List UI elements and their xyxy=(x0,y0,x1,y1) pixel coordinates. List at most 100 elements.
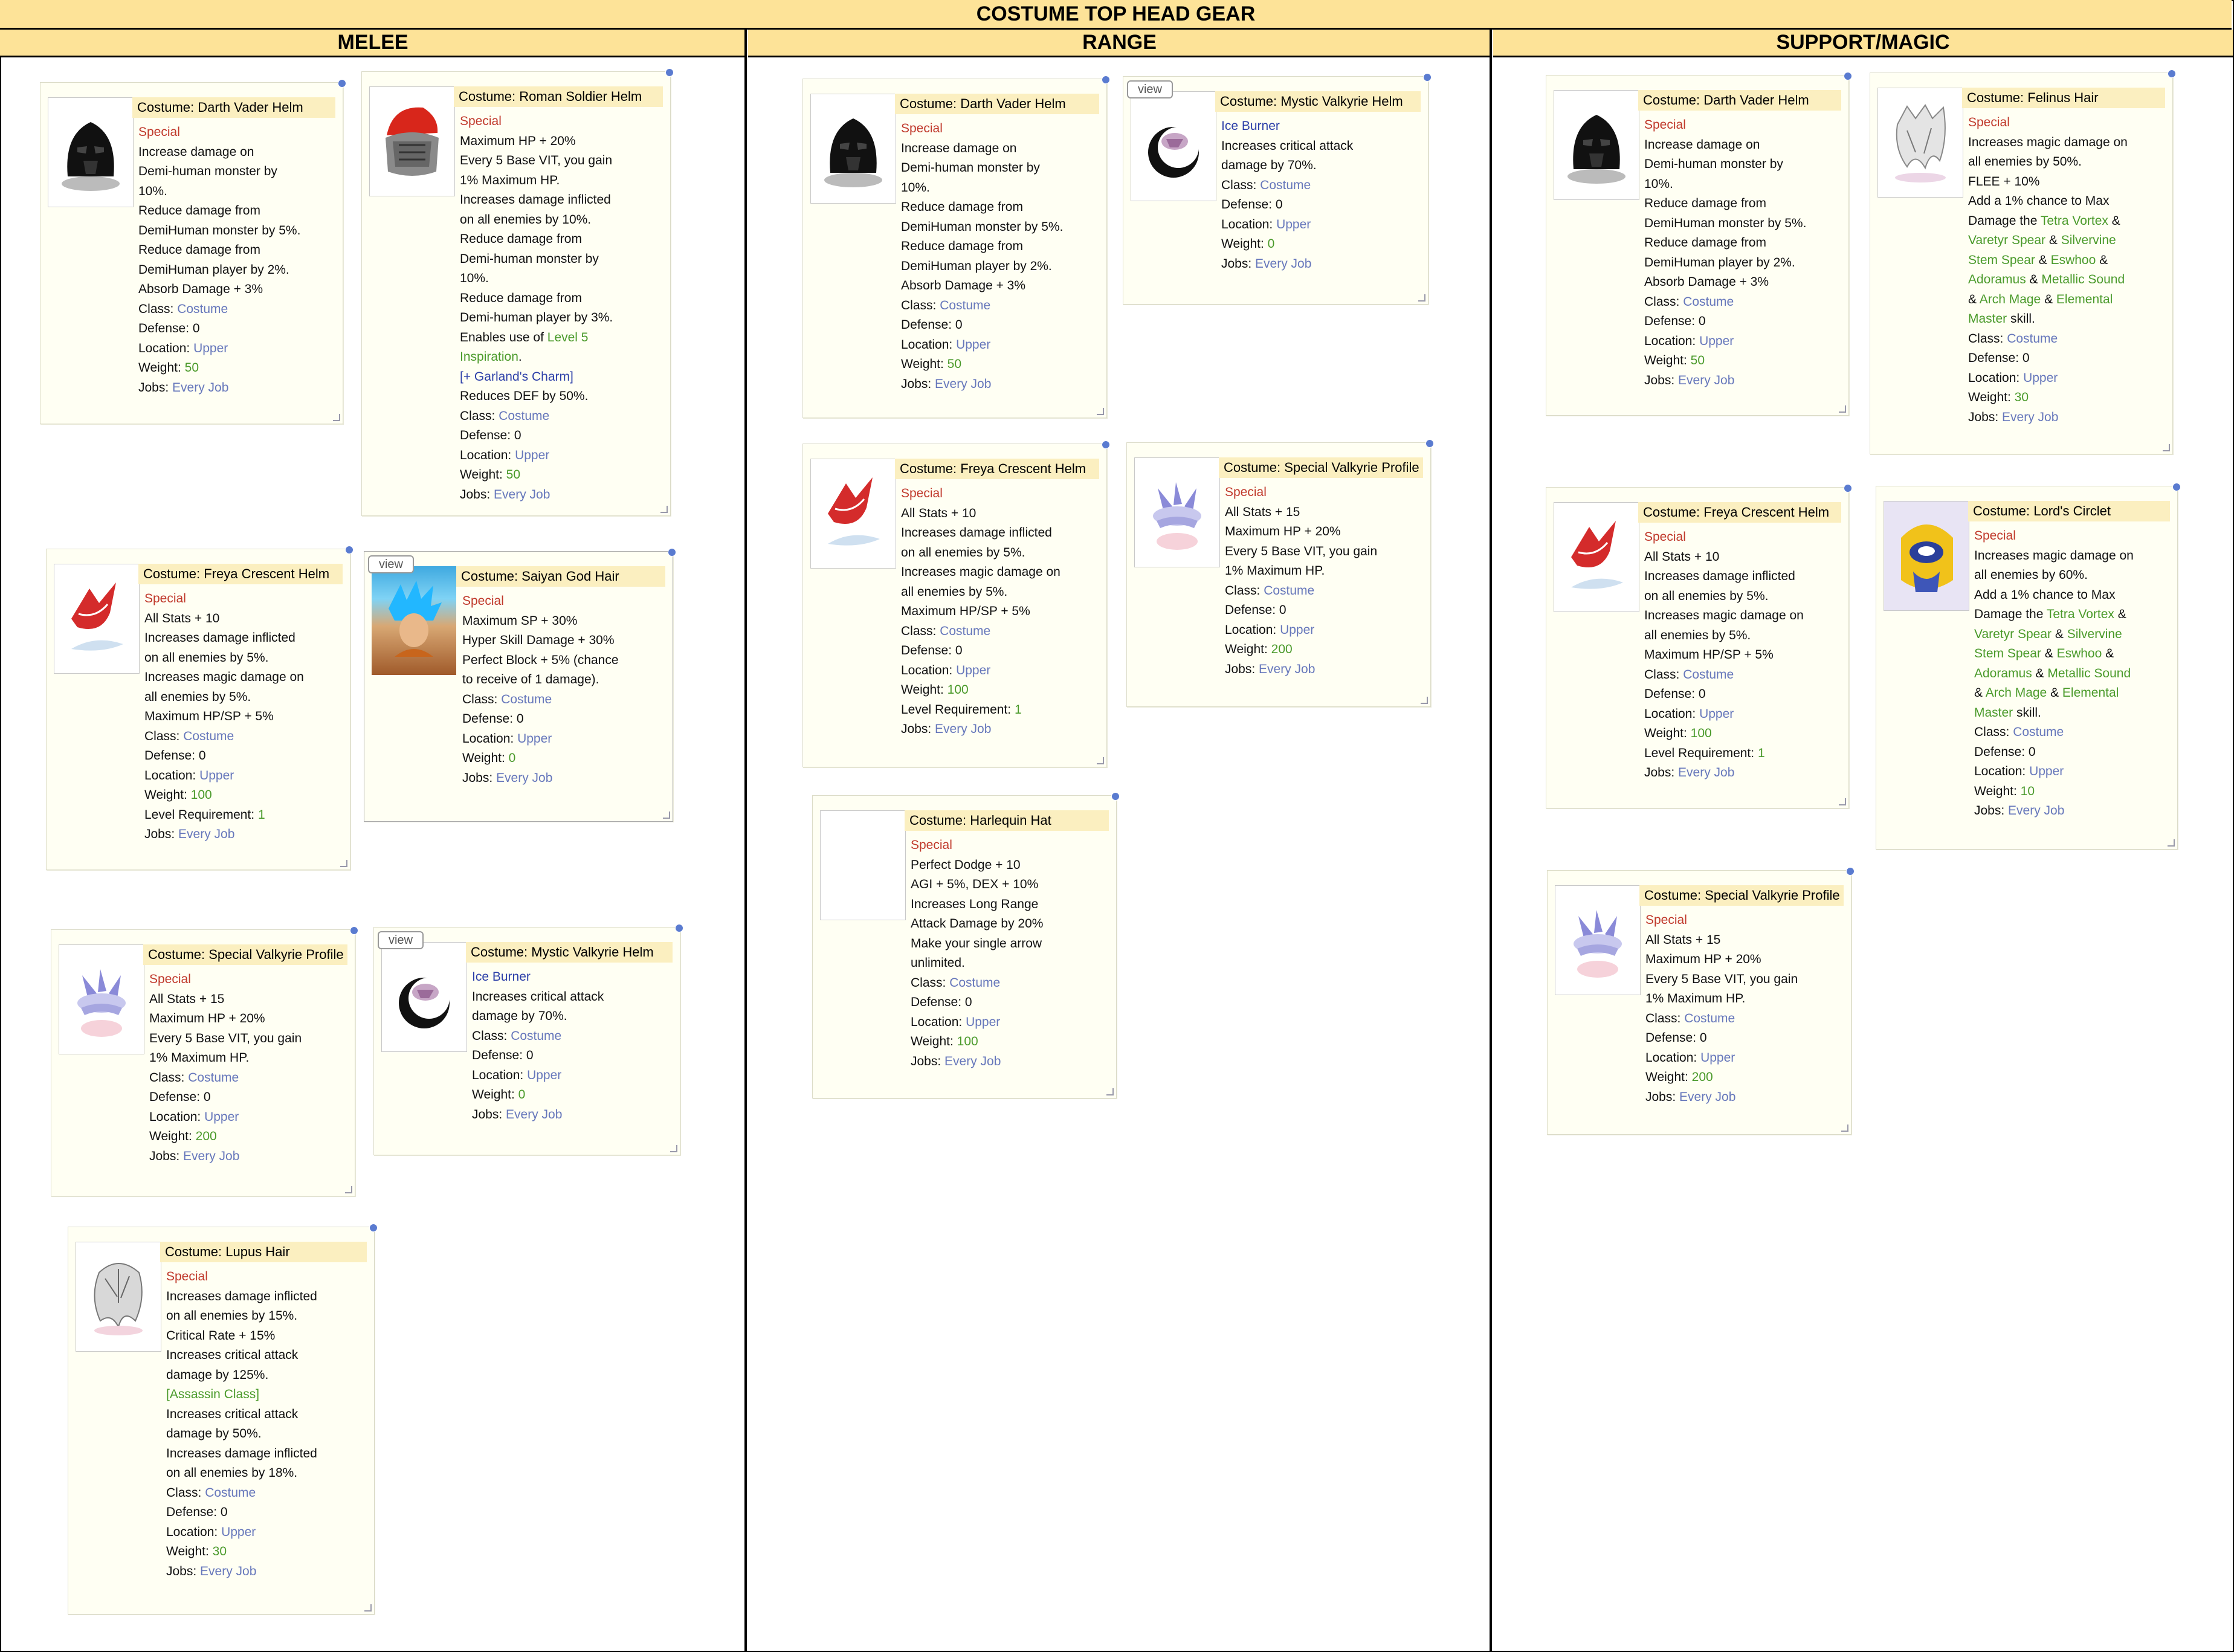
desc-line: DemiHuman player by 2%. xyxy=(138,262,289,277)
pin-icon[interactable] xyxy=(1423,73,1432,82)
item-card-freya-crescent-helm[interactable]: Costume: Freya Crescent Helm Special All… xyxy=(1546,484,1852,808)
pin-icon[interactable] xyxy=(1844,72,1852,80)
defense-line: Defense: 0 xyxy=(911,995,972,1009)
defense-line: Defense: 0 xyxy=(1645,1031,1707,1045)
pin-icon[interactable] xyxy=(2168,69,2176,78)
pin-icon[interactable] xyxy=(1102,76,1110,84)
view-button[interactable]: view xyxy=(368,555,414,573)
desc-line: Maximum HP + 20% xyxy=(1225,524,1341,538)
item-title: Costume: Mystic Valkyrie Helm xyxy=(466,942,673,963)
item-card-darth-vader-helm[interactable]: Costume: Darth Vader Helm Special Increa… xyxy=(802,76,1110,418)
desc-line: Maximum HP/SP + 5% xyxy=(901,604,1030,618)
pin-icon[interactable] xyxy=(345,546,354,554)
class-line: Class: Costume xyxy=(166,1485,256,1500)
pin-icon[interactable] xyxy=(1111,792,1120,801)
skill-line: Stem Spear & Eswhoo & xyxy=(1974,647,2114,660)
pin-icon[interactable] xyxy=(1102,440,1110,449)
location-line: Location: Upper xyxy=(1645,1050,1735,1065)
pin-icon[interactable] xyxy=(2172,483,2181,491)
item-thumbnail xyxy=(1134,457,1220,567)
special-label: Special xyxy=(138,125,180,139)
valkyrie-profile-icon xyxy=(77,969,126,1037)
item-card-mystic-valkyrie-helm[interactable]: view Costume: Mystic Valkyrie Helm Ice B… xyxy=(373,924,683,1155)
item-card-lupus-hair[interactable]: Costume: Lupus Hair Special Increases da… xyxy=(68,1224,378,1615)
defense-line: Defense: 0 xyxy=(138,321,200,335)
item-card-felinus-hair[interactable]: Costume: Felinus Hair Special Increases … xyxy=(1870,69,2176,454)
resize-handle[interactable] xyxy=(1421,697,1428,704)
pin-icon[interactable] xyxy=(665,68,674,77)
defense-line: Defense: 0 xyxy=(1644,687,1706,701)
item-card-harlequin-hat[interactable]: Costume: Harlequin Hat Special Perfect D… xyxy=(812,792,1120,1099)
item-description: Special All Stats + 15 Maximum HP + 20% … xyxy=(149,970,346,1166)
desc-line: all enemies by 60%. xyxy=(1974,568,2088,582)
view-button[interactable]: view xyxy=(378,931,424,949)
location-line: Location: Upper xyxy=(1644,706,1734,721)
resize-handle[interactable] xyxy=(1106,1088,1114,1095)
desc-line: all enemies by 5%. xyxy=(901,584,1008,599)
item-description: Special All Stats + 10 Increases damage … xyxy=(144,589,341,845)
location-line: Location: Upper xyxy=(460,448,550,462)
resize-handle[interactable] xyxy=(2163,444,2170,451)
resize-handle[interactable] xyxy=(1841,1124,1848,1132)
resize-handle[interactable] xyxy=(333,414,340,421)
resize-handle[interactable] xyxy=(663,811,670,819)
jobs-line: Jobs: Every Job xyxy=(1968,410,2059,424)
mystic-valkyrie-helm-icon xyxy=(399,978,450,1028)
desc-line: on all enemies by 5%. xyxy=(144,650,269,665)
item-card-freya-crescent-helm[interactable]: Costume: Freya Crescent Helm Special All… xyxy=(46,546,354,870)
desc-line: Increases critical attack xyxy=(166,1407,299,1421)
desc-line: 1% Maximum HP. xyxy=(460,173,560,187)
desc-line: Increase damage on xyxy=(901,141,1017,155)
item-card-darth-vader-helm[interactable]: Costume: Darth Vader Helm Special Increa… xyxy=(40,79,346,424)
item-card-saiyan-god-hair[interactable]: view Costume: Saiyan God Hair Special Ma… xyxy=(364,548,676,822)
resize-handle[interactable] xyxy=(340,860,347,867)
item-card-darth-vader-helm[interactable]: Costume: Darth Vader Helm Special Increa… xyxy=(1546,72,1852,416)
jobs-line: Jobs: Every Job xyxy=(1644,373,1735,387)
resize-handle[interactable] xyxy=(660,506,668,513)
resize-handle[interactable] xyxy=(1839,798,1846,805)
resize-handle[interactable] xyxy=(345,1186,352,1193)
resize-handle[interactable] xyxy=(2168,839,2175,847)
assassin-class-line: [Assassin Class] xyxy=(166,1387,260,1401)
item-card-roman-soldier-helm[interactable]: Costume: Roman Soldier Helm Special Maxi… xyxy=(361,68,674,516)
desc-line: FLEE + 10% xyxy=(1968,174,2040,189)
pin-icon[interactable] xyxy=(338,79,346,88)
charm-line: [+ Garland's Charm] xyxy=(460,369,573,384)
item-description: Special Increases damage inflicted on al… xyxy=(166,1267,366,1581)
desc-line: damage by 125%. xyxy=(166,1367,269,1382)
freya-helm-icon xyxy=(71,582,123,651)
pin-icon[interactable] xyxy=(1846,867,1855,876)
resize-handle[interactable] xyxy=(1839,405,1846,413)
item-description: Special Increase damage on Demi-human mo… xyxy=(138,123,334,398)
item-card-mystic-valkyrie-helm[interactable]: view Costume: Mystic Valkyrie Helm Ice B… xyxy=(1123,73,1432,305)
pin-icon[interactable] xyxy=(350,926,358,935)
view-button[interactable]: view xyxy=(1127,80,1173,98)
item-card-special-valkyrie-profile[interactable]: Costume: Special Valkyrie Profile Specia… xyxy=(1126,439,1434,707)
desc-line: DemiHuman monster by 5%. xyxy=(1644,216,1807,230)
pin-icon[interactable] xyxy=(369,1224,378,1232)
item-card-freya-crescent-helm[interactable]: Costume: Freya Crescent Helm Special All… xyxy=(802,440,1110,767)
item-card-special-valkyrie-profile[interactable]: Costume: Special Valkyrie Profile Specia… xyxy=(1547,867,1855,1135)
item-card-special-valkyrie-profile[interactable]: Costume: Special Valkyrie Profile Specia… xyxy=(51,926,358,1196)
pin-icon[interactable] xyxy=(675,924,683,932)
resize-handle[interactable] xyxy=(364,1604,372,1612)
desc-line: Increases magic damage on xyxy=(1974,548,2134,563)
desc-line: on all enemies by 10%. xyxy=(460,212,592,227)
item-thumbnail xyxy=(369,86,455,196)
desc-line: Increases magic damage on xyxy=(1968,135,2128,149)
desc-line: All Stats + 15 xyxy=(149,992,225,1006)
class-line: Class: Costume xyxy=(462,692,552,706)
special-label: Special xyxy=(166,1270,208,1283)
item-card-lords-circlet[interactable]: Costume: Lord's Circlet Special Increase… xyxy=(1876,483,2181,850)
defense-line: Defense: 0 xyxy=(1974,744,2036,759)
pin-icon[interactable] xyxy=(1425,439,1434,448)
resize-handle[interactable] xyxy=(670,1145,677,1152)
resize-handle[interactable] xyxy=(1097,757,1104,764)
pin-icon[interactable] xyxy=(668,548,676,557)
desc-line: All Stats + 10 xyxy=(901,506,977,520)
pin-icon[interactable] xyxy=(1844,484,1852,492)
resize-handle[interactable] xyxy=(1418,294,1425,302)
desc-line: all enemies by 5%. xyxy=(1644,628,1751,642)
defense-line: Defense: 0 xyxy=(462,712,524,726)
resize-handle[interactable] xyxy=(1097,408,1104,415)
